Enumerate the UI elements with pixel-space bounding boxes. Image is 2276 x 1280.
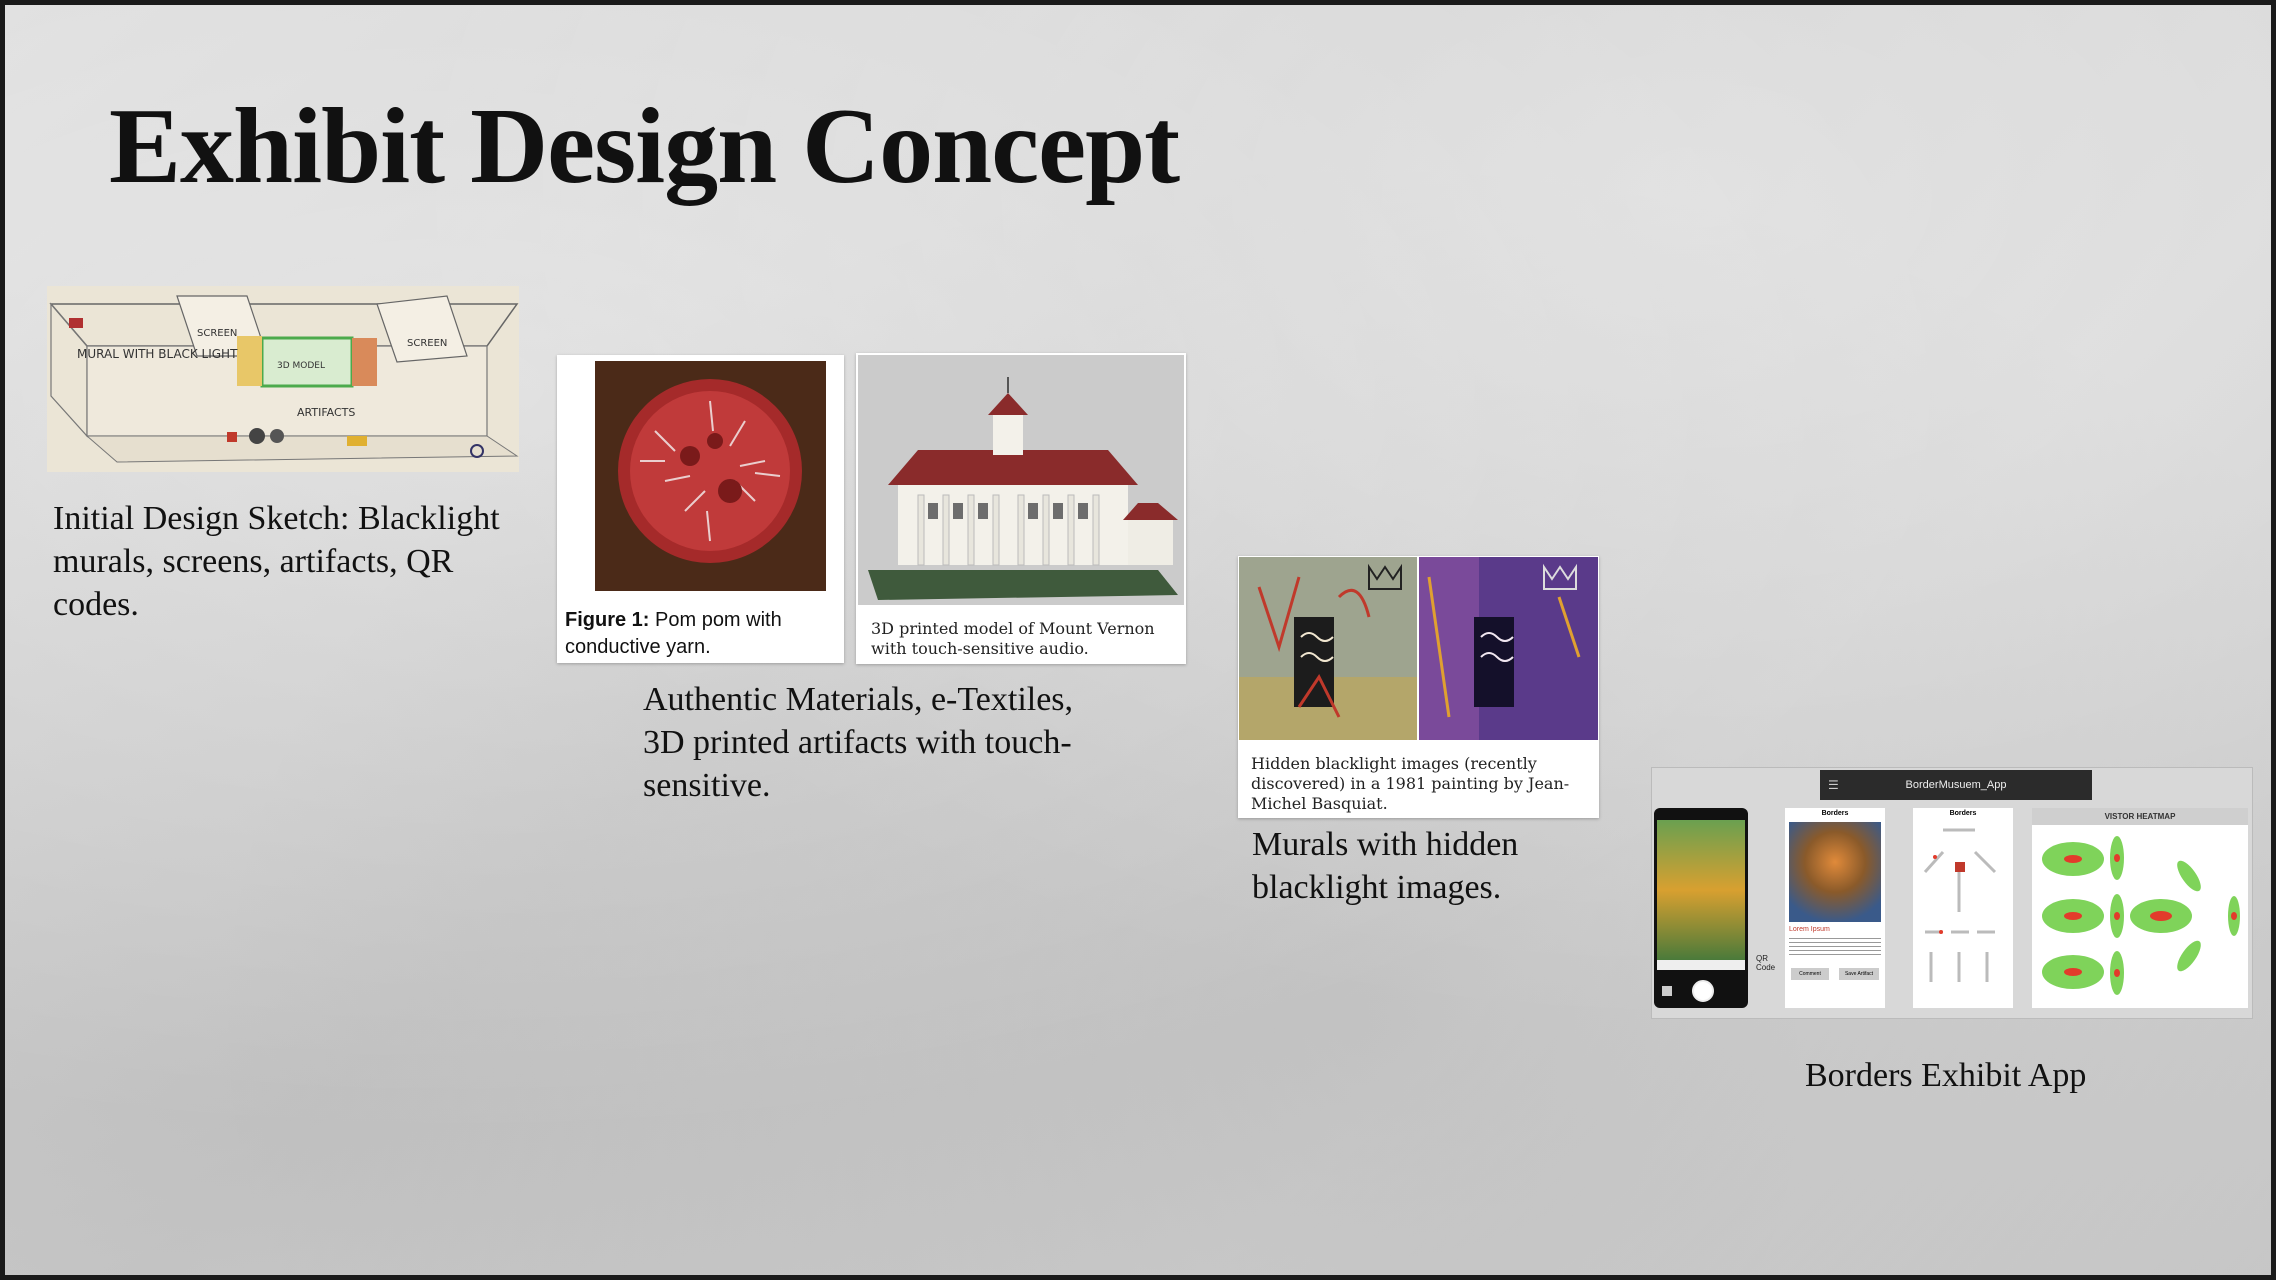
shutter-button (1692, 980, 1714, 1002)
sketch-label-mural: MURAL WITH BLACK LIGHT (77, 347, 238, 361)
sketch-label-artifacts: ARTIFACTS (297, 406, 355, 419)
save-artifact-button: Save Artifact (1839, 968, 1879, 980)
sketch-label-screen-1: SCREEN (197, 328, 237, 339)
heatmap-label: VISTOR HEATMAP (2032, 808, 2248, 825)
artifact-image (1789, 822, 1881, 922)
slide: Exhibit Design Concept MURAL WITH BLACK … (0, 0, 2276, 1280)
sketch-label-3d-model: 3D MODEL (277, 361, 325, 371)
comment-button: Comment (1791, 968, 1829, 980)
basquiat-caption: Hidden blacklight images (recently disco… (1251, 754, 1570, 813)
qr-code-label: QR Code (1756, 954, 1776, 972)
app-mockups-image: ☰ BorderMusuem_App QR Code Borders Lorem… (1651, 767, 2253, 1019)
murals-caption: Murals with hidden blacklight images. (1252, 826, 1519, 906)
menu-icon: ☰ (1828, 778, 1839, 792)
pompom-caption: Figure 1: Pom pom with conductive yarn. (565, 607, 835, 661)
pompom-caption-label: Figure 1: (565, 609, 650, 631)
materials-caption: Authentic Materials, e-Textiles, 3D prin… (643, 681, 1074, 804)
map-screen: Borders (1913, 808, 2013, 1008)
sketch-caption: Initial Design Sketch: Blacklight murals… (53, 500, 500, 623)
mount-vernon-caption: 3D printed model of Mount Vernon with to… (871, 619, 1155, 658)
app-caption: Borders Exhibit App (1805, 1057, 2087, 1094)
artifact-screen-title: Borders (1821, 810, 1849, 817)
artifact-screen: Borders Lorem Ipsum Comment Save Artifac… (1785, 808, 1885, 1008)
design-sketch-image: MURAL WITH BLACK LIGHT SCREEN 3D MODEL S… (47, 286, 519, 472)
heatmap-screen: VISTOR HEATMAP (2032, 808, 2248, 1008)
app-bar-title: BorderMusuem_App (1905, 779, 2007, 791)
phone-camera-view (1657, 820, 1745, 960)
artifact-title: Lorem Ipsum (1789, 926, 1830, 933)
floor-plan (1923, 828, 1997, 982)
slide-title: Exhibit Design Concept (109, 87, 1180, 206)
app-title-bar: ☰ BorderMusuem_App (1820, 770, 2092, 800)
map-screen-title: Borders (1949, 810, 1977, 817)
mount-vernon-image (858, 355, 1184, 605)
sketch-label-screen-2: SCREEN (407, 338, 447, 349)
phone-screen (1654, 808, 1748, 1008)
pompom-image (595, 361, 826, 591)
basquiat-painting-image (1239, 557, 1598, 740)
